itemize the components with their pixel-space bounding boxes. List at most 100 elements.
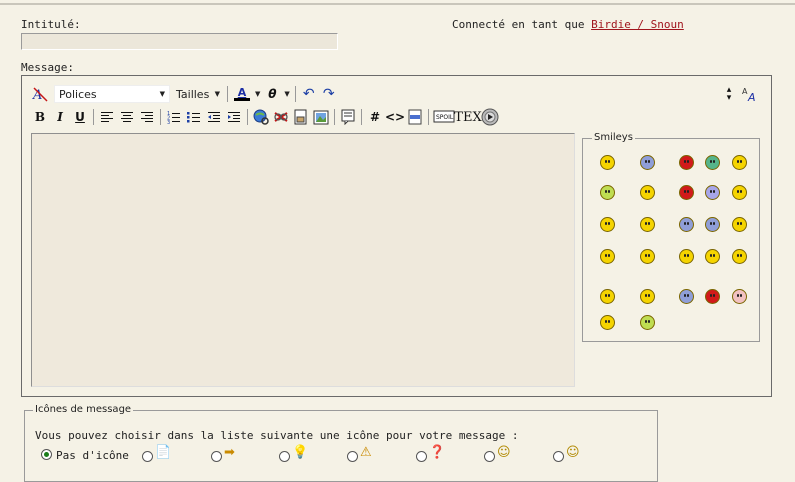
chevron-down-icon[interactable]: ▼ (253, 85, 262, 103)
angel-wings-smiley-icon[interactable] (640, 217, 655, 232)
user-link[interactable]: Birdie / Snoun (591, 18, 684, 31)
redo-icon[interactable]: ↷ (319, 84, 339, 104)
smile-smiley-icon[interactable] (600, 155, 615, 170)
outdent-icon[interactable] (204, 107, 224, 127)
unlink-icon[interactable] (271, 107, 291, 127)
underline-icon[interactable]: U (70, 107, 90, 127)
spoiler-icon[interactable]: SPOIL (432, 107, 456, 127)
eraser-icon[interactable]: A (30, 84, 50, 104)
chevron-down-icon[interactable]: ▼ (282, 85, 291, 103)
question-radio[interactable] (416, 451, 427, 462)
toolbar-row-2: B I U 123 # <> SPOIL TEX (30, 107, 500, 127)
font-size-select[interactable]: Tailles ▼ (172, 85, 224, 103)
special-char-icon[interactable]: θ (262, 84, 282, 104)
document-icon: 📄 (155, 445, 172, 460)
php-icon[interactable] (405, 107, 425, 127)
warning-icon: ⚠ (360, 445, 372, 460)
align-left-icon[interactable] (97, 107, 117, 127)
message-icons-fieldset: Icônes de message Vous pouvez choisir da… (24, 404, 658, 482)
message-label: Message: (21, 61, 74, 74)
arrow-right-icon: ➡ (224, 445, 235, 460)
unordered-list-icon[interactable] (184, 107, 204, 127)
lightbulb-icon: 💡 (292, 445, 309, 460)
message-editor: A Polices ▼ Tailles ▼ A ▼ θ ▼ ↶ ↷ ▴ ▾ AA B … (21, 75, 772, 397)
glasses-geek-smiley-icon[interactable] (732, 217, 747, 232)
font-family-select[interactable]: Polices ▼ (54, 85, 170, 103)
text-style-icon[interactable]: AA (740, 84, 760, 104)
document-radio[interactable] (142, 451, 153, 462)
message-icons-instructions: Vous pouvez choisir dans la liste suivan… (35, 429, 519, 442)
toolbar-separator (247, 109, 248, 125)
tex-icon[interactable]: TEX (454, 107, 481, 127)
toolbar-row-1: A Polices ▼ Tailles ▼ A ▼ θ ▼ ↶ ↷ (30, 84, 339, 104)
blue-sad-smiley-icon[interactable] (679, 289, 694, 304)
help-smiley-icon[interactable] (600, 217, 615, 232)
green-sick-smiley-icon[interactable] (640, 315, 655, 330)
grin-teal-smiley-icon[interactable] (705, 155, 720, 170)
warning-radio[interactable] (347, 451, 358, 462)
lightbulb-radio[interactable] (279, 451, 290, 462)
bold-icon[interactable]: B (30, 107, 50, 127)
rolleyes-blue-smiley-icon[interactable] (705, 217, 720, 232)
smile-wink-icon: ☺ (566, 445, 580, 460)
smile-small-smiley-icon[interactable] (732, 249, 747, 264)
align-right-icon[interactable] (137, 107, 157, 127)
color-swatch (234, 98, 250, 101)
quote-icon[interactable] (338, 107, 358, 127)
smile-radio[interactable] (484, 451, 495, 462)
question-smiley-icon[interactable] (732, 185, 747, 200)
connected-prefix: Connecté en tant que (452, 18, 585, 31)
blue-face-smiley-icon[interactable] (679, 217, 694, 232)
love-smiley-icon[interactable] (640, 249, 655, 264)
toolbar-separator (93, 109, 94, 125)
italic-icon[interactable]: I (50, 107, 70, 127)
wink-green-smiley-icon[interactable] (600, 185, 615, 200)
toolbar-separator (227, 86, 228, 102)
indent-icon[interactable] (224, 107, 244, 127)
undo-icon[interactable]: ↶ (299, 84, 319, 104)
confused-purple-smiley-icon[interactable] (705, 185, 720, 200)
align-center-icon[interactable] (117, 107, 137, 127)
video-icon[interactable] (480, 107, 500, 127)
svg-text:SPOIL: SPOIL (436, 114, 454, 121)
text-color-button[interactable]: A (231, 84, 253, 104)
reading-smiley-icon[interactable] (679, 249, 694, 264)
cool-sunglasses-smiley-icon[interactable] (640, 185, 655, 200)
insert-file-icon[interactable] (291, 107, 311, 127)
question-icon: ❓ (429, 445, 446, 460)
top-divider (0, 3, 795, 5)
chevron-down-icon: ▼ (214, 90, 220, 98)
toolbar-separator (334, 109, 335, 125)
resize-toggle-icon[interactable]: ▴ ▾ (719, 84, 739, 104)
mad-red-smiley-icon[interactable] (679, 185, 694, 200)
font-size-label: Tailles (176, 87, 210, 101)
code-icon[interactable]: <> (385, 107, 405, 127)
no-icon-label: Pas d'icône (56, 449, 129, 462)
chinese-hat-smiley-icon[interactable] (705, 249, 720, 264)
smile-wink-radio[interactable] (553, 451, 564, 462)
title-label: Intitulé: (21, 18, 81, 31)
big-smile-smiley-icon[interactable] (640, 289, 655, 304)
no-icon-radio[interactable] (41, 449, 52, 460)
laugh-smiley-icon[interactable] (600, 249, 615, 264)
neutral-smiley-icon[interactable] (600, 315, 615, 330)
hash-icon[interactable]: # (365, 107, 385, 127)
happy-smiley-icon[interactable] (732, 155, 747, 170)
message-textarea[interactable] (31, 133, 575, 387)
ordered-list-icon[interactable]: 123 (164, 107, 184, 127)
pink-face-smiley-icon[interactable] (732, 289, 747, 304)
insert-image-icon[interactable] (311, 107, 331, 127)
svg-text:A: A (747, 91, 756, 102)
link-icon[interactable] (251, 107, 271, 127)
toolbar-separator (361, 109, 362, 125)
smile-icon: ☺ (497, 445, 511, 460)
text-color-letter: A (237, 86, 247, 99)
toolbar-separator (428, 109, 429, 125)
chevron-down-icon: ▼ (159, 90, 165, 98)
title-input[interactable] (21, 33, 338, 50)
angry-red-smiley-icon[interactable] (679, 155, 694, 170)
red-devil-smiley-icon[interactable] (705, 289, 720, 304)
arrow-right-radio[interactable] (211, 451, 222, 462)
sad-blue-smiley-icon[interactable] (640, 155, 655, 170)
thinking-smiley-icon[interactable] (600, 289, 615, 304)
